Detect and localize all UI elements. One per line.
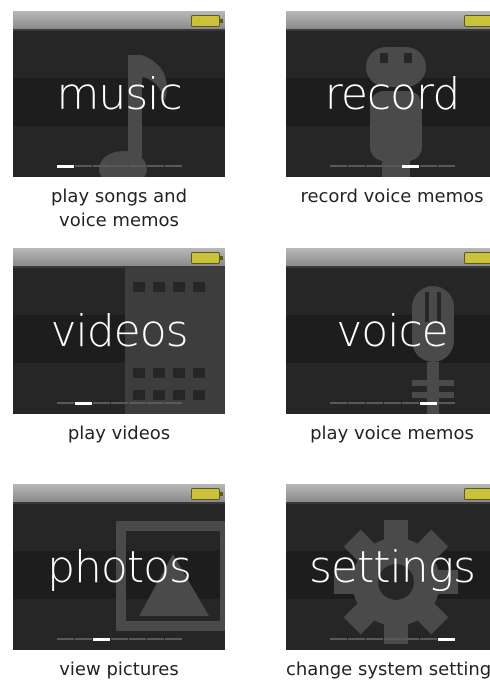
page-indicator <box>57 402 183 405</box>
caption: record voice memos <box>286 185 490 209</box>
photos-screen[interactable]: photos <box>13 484 225 650</box>
page-dot <box>111 402 128 404</box>
tile-videos[interactable]: videos play videos <box>13 248 225 446</box>
page-dot <box>111 638 128 640</box>
page-dot <box>348 402 365 404</box>
record-screen[interactable]: record <box>286 11 490 177</box>
page-indicator <box>330 638 456 641</box>
caption-line: record voice memos <box>300 186 484 207</box>
screen-label: photos <box>47 542 192 593</box>
page-dot <box>93 402 110 404</box>
page-dot <box>165 402 182 404</box>
status-bar <box>13 484 225 504</box>
battery-icon <box>191 15 223 27</box>
caption: change system settings <box>286 658 490 682</box>
tile-voice[interactable]: voice play voice memos <box>286 248 490 446</box>
tile-record[interactable]: record record voice memos <box>286 11 490 209</box>
status-bar <box>286 248 490 268</box>
page-dot <box>402 402 419 404</box>
caption-line: play songs and <box>50 186 188 207</box>
voice-screen[interactable]: voice <box>286 248 490 414</box>
page-dot <box>165 165 182 167</box>
caption: view pictures <box>13 658 225 682</box>
page-dot-active <box>420 402 437 405</box>
page-dot <box>147 165 164 167</box>
screen-label: voice <box>336 306 448 357</box>
menu-screens-page: music play songs and voice memos record <box>0 0 490 685</box>
caption: play voice memos <box>286 422 490 446</box>
page-dot <box>348 165 365 167</box>
screen-label: videos <box>50 306 188 357</box>
page-dot <box>420 165 437 167</box>
settings-screen[interactable]: settings <box>286 484 490 650</box>
tile-photos[interactable]: photos view pictures <box>13 484 225 682</box>
videos-screen[interactable]: videos <box>13 248 225 414</box>
status-bar <box>286 484 490 504</box>
page-dot <box>438 165 455 167</box>
page-dot <box>57 638 74 640</box>
page-dot <box>438 402 455 404</box>
screen-label: settings <box>309 542 476 593</box>
page-dot <box>420 638 437 640</box>
page-dot <box>147 638 164 640</box>
screen-label: music <box>56 69 182 120</box>
caption-line: change system settings <box>286 659 490 680</box>
page-dot-active <box>438 638 455 641</box>
page-dot-active <box>402 165 419 168</box>
page-dot <box>366 402 383 404</box>
page-dot <box>366 165 383 167</box>
page-dot <box>384 638 401 640</box>
caption-line: play voice memos <box>310 423 474 444</box>
status-bar <box>286 11 490 31</box>
page-dot-active <box>93 638 110 641</box>
page-dot <box>129 165 146 167</box>
page-dot <box>57 402 74 404</box>
page-dot <box>129 402 146 404</box>
page-dot <box>348 638 365 640</box>
status-bar <box>13 11 225 31</box>
caption: play songs and voice memos <box>13 185 225 233</box>
page-dot <box>384 165 401 167</box>
battery-icon <box>191 252 223 264</box>
page-dot <box>330 638 347 640</box>
page-dot <box>165 638 182 640</box>
page-dot <box>111 165 128 167</box>
tile-music[interactable]: music play songs and voice memos <box>13 11 225 233</box>
page-dot <box>147 402 164 404</box>
page-indicator <box>57 638 183 641</box>
page-dot <box>75 165 92 167</box>
battery-icon <box>464 15 490 27</box>
page-dot <box>384 402 401 404</box>
status-bar <box>13 248 225 268</box>
caption: play videos <box>13 422 225 446</box>
page-indicator <box>330 402 456 405</box>
page-dot <box>93 165 110 167</box>
battery-icon <box>464 252 490 264</box>
page-dot <box>75 638 92 640</box>
battery-icon <box>191 488 223 500</box>
tile-settings[interactable]: settings change system settings <box>286 484 490 682</box>
page-dot <box>330 165 347 167</box>
music-screen[interactable]: music <box>13 11 225 177</box>
page-dot-active <box>57 165 74 168</box>
caption-line: voice memos <box>59 210 179 231</box>
page-indicator <box>57 165 183 168</box>
page-dot <box>366 638 383 640</box>
battery-icon <box>464 488 490 500</box>
page-dot-active <box>75 402 92 405</box>
caption-line: play videos <box>67 423 171 444</box>
page-indicator <box>330 165 456 168</box>
page-dot <box>402 638 419 640</box>
caption-line: view pictures <box>59 659 179 680</box>
page-dot <box>129 638 146 640</box>
screen-label: record <box>324 69 461 120</box>
page-dot <box>330 402 347 404</box>
